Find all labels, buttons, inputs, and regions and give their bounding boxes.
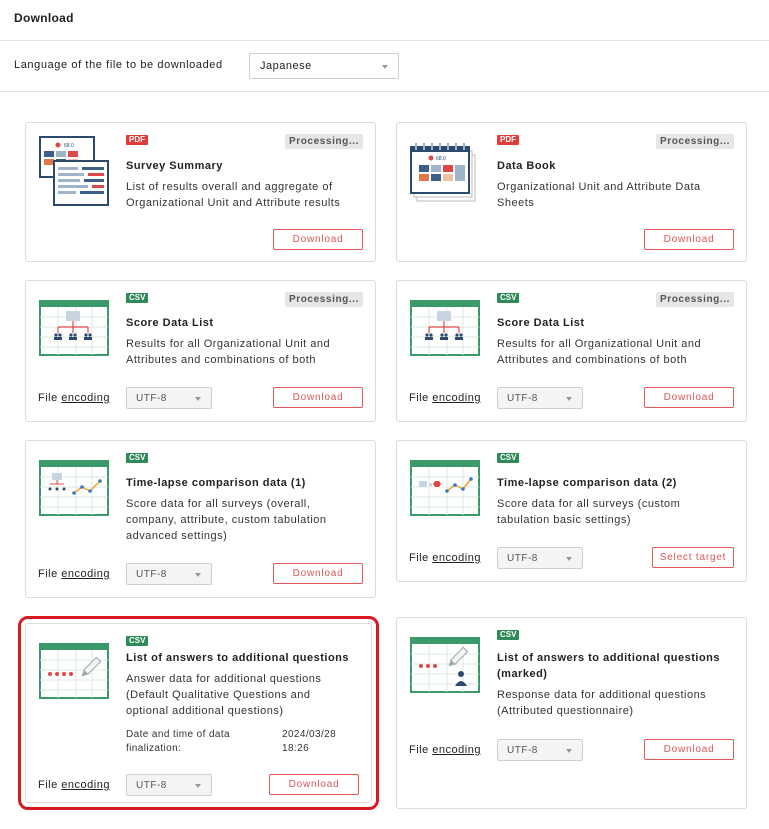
language-selected-value: Japanese — [260, 60, 312, 72]
card-description: Score data for all surveys (overall, com… — [126, 498, 327, 542]
language-label: Language of the file to be downloaded — [14, 59, 223, 71]
pdf-badge: PDF — [497, 135, 519, 145]
encoding-label: File encoding — [409, 744, 481, 756]
encoding-select[interactable]: UTF-8 — [497, 387, 583, 409]
encoding-label: File encoding — [38, 779, 110, 791]
encoding-label: File encoding — [409, 552, 481, 564]
chevron-down-icon — [382, 65, 388, 69]
encoding-select[interactable]: UTF-8 — [126, 774, 212, 796]
page-title: Download — [14, 11, 74, 25]
card-title: Time-lapse comparison data (1) — [126, 477, 306, 489]
pdf-badge: PDF — [126, 135, 148, 145]
chevron-down-icon — [566, 749, 572, 753]
card-time-lapse-1: CSV Time-lapse comparison data (1) Score… — [25, 440, 376, 598]
card-survey-summary: 68.0 PDF Processing... Survey Summary Li… — [25, 122, 376, 262]
card-description: Results for all Organizational Unit and … — [126, 338, 331, 366]
encoding-help-link[interactable]: encoding — [432, 744, 481, 756]
card-score-data-list: CSV Processing... Score Data List Result… — [25, 280, 376, 422]
card-description: Response data for additional questions (… — [497, 689, 707, 717]
encoding-select[interactable]: UTF-8 — [497, 739, 583, 761]
spreadsheet-org-icon — [410, 300, 480, 356]
encoding-select[interactable]: UTF-8 — [126, 387, 212, 409]
card-additional-answers-marked: CSV List of answers to additional questi… — [396, 617, 747, 809]
spreadsheet-trend-icon — [39, 460, 109, 516]
chevron-down-icon — [566, 397, 572, 401]
download-button[interactable]: Download — [273, 229, 363, 250]
chevron-down-icon — [566, 557, 572, 561]
status-badge: Processing... — [284, 134, 363, 149]
status-badge: Processing... — [284, 292, 363, 307]
chevron-down-icon — [195, 573, 201, 577]
thumb-score-text: 68.0 — [64, 143, 74, 149]
card-title: List of answers to additional questions … — [497, 652, 721, 680]
page-header: Download — [0, 0, 769, 41]
download-button[interactable]: Download — [273, 563, 363, 584]
encoding-help-link[interactable]: encoding — [432, 392, 481, 404]
card-data-book: 68.0 PDF Processing... Data Book Organiz… — [396, 122, 747, 262]
status-badge: Processing... — [655, 292, 734, 307]
encoding-select[interactable]: UTF-8 — [497, 547, 583, 569]
card-score-data-list-2: CSV Processing... Score Data List Result… — [396, 280, 747, 422]
card-description: Results for all Organizational Unit and … — [497, 338, 702, 366]
chevron-down-icon — [195, 784, 201, 788]
card-title: Time-lapse comparison data (2) — [497, 477, 677, 489]
svg-text:×: × — [429, 483, 433, 489]
encoding-label: File encoding — [38, 568, 110, 580]
card-time-lapse-2: × CSV Time-lapse comparison data (2) Sco… — [396, 440, 747, 582]
card-description: List of results overall and aggregate of… — [126, 181, 341, 209]
encoding-label: File encoding — [409, 392, 481, 404]
thumb-score-text: 68.0 — [436, 156, 446, 162]
csv-badge: CSV — [126, 453, 149, 463]
encoding-help-link[interactable]: encoding — [432, 552, 481, 564]
spreadsheet-person-icon — [410, 637, 480, 693]
report-thumbnail-icon: 68.0 — [39, 136, 109, 206]
csv-badge: CSV — [126, 636, 149, 646]
finalization-datetime: 2024/03/28 18:26 — [282, 729, 337, 754]
chevron-down-icon — [195, 397, 201, 401]
card-title: Data Book — [497, 160, 556, 172]
csv-badge: CSV — [497, 630, 520, 640]
card-title: List of answers to additional questions — [126, 652, 350, 664]
spreadsheet-trend-icon: × — [410, 460, 480, 516]
download-button[interactable]: Download — [644, 387, 734, 408]
select-target-button[interactable]: Select target — [652, 547, 734, 568]
download-button[interactable]: Download — [644, 739, 734, 760]
download-button[interactable]: Download — [644, 229, 734, 250]
card-title: Survey Summary — [126, 160, 223, 172]
card-additional-answers: CSV List of answers to additional questi… — [18, 616, 379, 810]
finalization-label: Date and time of data finalization: — [126, 729, 231, 754]
data-book-thumbnail-icon: 68.0 — [410, 143, 476, 202]
card-description: Score data for all surveys (custom tabul… — [497, 498, 681, 526]
card-title: Score Data List — [126, 317, 214, 329]
encoding-label: File encoding — [38, 392, 110, 404]
encoding-select[interactable]: UTF-8 — [126, 563, 212, 585]
encoding-help-link[interactable]: encoding — [61, 568, 110, 580]
csv-badge: CSV — [497, 293, 520, 303]
card-description: Organizational Unit and Attribute Data S… — [497, 181, 701, 209]
language-select[interactable]: Japanese — [249, 53, 399, 79]
encoding-help-link[interactable]: encoding — [61, 392, 110, 404]
card-description: Answer data for additional questions (De… — [126, 673, 322, 717]
spreadsheet-edit-icon — [39, 643, 109, 699]
download-button[interactable]: Download — [269, 774, 359, 795]
spreadsheet-org-icon — [39, 300, 109, 356]
status-badge: Processing... — [655, 134, 734, 149]
language-row: Language of the file to be downloaded Ja… — [0, 41, 769, 92]
csv-badge: CSV — [497, 453, 520, 463]
csv-badge: CSV — [126, 293, 149, 303]
encoding-help-link[interactable]: encoding — [61, 779, 110, 791]
card-title: Score Data List — [497, 317, 585, 329]
download-button[interactable]: Download — [273, 387, 363, 408]
